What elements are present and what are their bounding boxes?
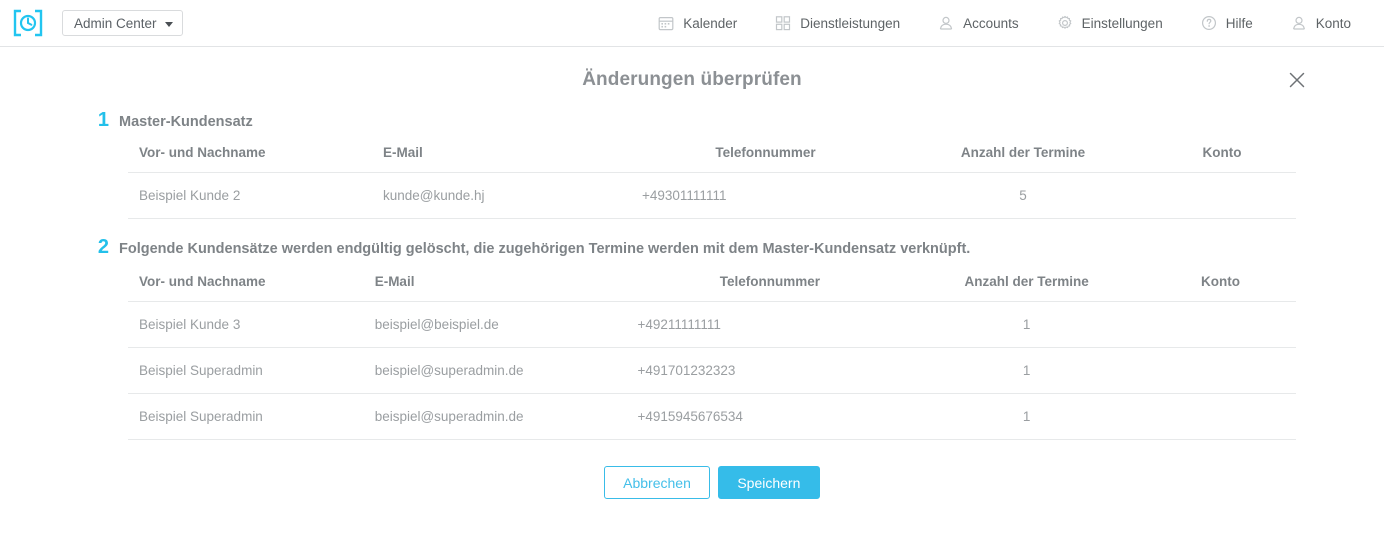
nav-item-einstellungen-label: Einstellungen (1081, 15, 1163, 31)
table-header-row: Vor- und Nachname E-Mail Telefonnummer A… (128, 261, 1296, 302)
table-body: Beispiel Kunde 3 beispiel@beispiel.de +4… (128, 301, 1296, 440)
table-header: Vor- und Nachname E-Mail Telefonnummer A… (128, 261, 1296, 302)
cancel-button[interactable]: Abbrechen (604, 466, 710, 499)
step-number-2: 2 (97, 236, 109, 258)
chevron-down-icon (164, 21, 173, 27)
question-circle-icon (1201, 15, 1217, 31)
cell-email: beispiel@superadmin.de (374, 347, 632, 394)
main-nav: Kalender Dienstleistungen Accounts Einst… (639, 0, 1370, 46)
cell-email: beispiel@superadmin.de (374, 393, 632, 440)
grid-squares-icon (775, 15, 791, 31)
nav-item-accounts-label: Accounts (963, 15, 1019, 31)
nav-item-einstellungen[interactable]: Einstellungen (1038, 15, 1182, 31)
clock-in-brackets-logo[interactable] (10, 7, 46, 39)
cell-email: beispiel@beispiel.de (374, 301, 632, 348)
column-header-appointments: Anzahl der Termine (898, 132, 1148, 173)
save-button[interactable]: Speichern (717, 466, 820, 499)
table-body: Beispiel Kunde 2 kunde@kunde.hj +4930111… (128, 172, 1296, 219)
review-changes-modal: Änderungen überprüfen 1 Master-Kundensat… (0, 47, 1384, 548)
column-header-phone: Telefonnummer (631, 261, 909, 302)
nav-item-hilfe-label: Hilfe (1225, 15, 1253, 31)
cell-name: Beispiel Superadmin (128, 393, 375, 440)
cell-account (1148, 172, 1296, 219)
table-header: Vor- und Nachname E-Mail Telefonnummer A… (128, 132, 1296, 173)
table-header-row: Vor- und Nachname E-Mail Telefonnummer A… (128, 132, 1296, 173)
nav-item-dienstleistungen-label: Dienstleistungen (800, 15, 901, 31)
nav-item-hilfe[interactable]: Hilfe (1182, 15, 1272, 31)
cell-account (1144, 301, 1296, 348)
gear-icon (1057, 15, 1073, 31)
close-icon[interactable] (1282, 65, 1312, 95)
nav-item-accounts[interactable]: Accounts (919, 15, 1038, 31)
table-row: Beispiel Superadmin beispiel@superadmin.… (128, 393, 1296, 440)
cell-appointments: 1 (908, 347, 1145, 394)
column-header-name: Vor- und Nachname (128, 132, 383, 173)
modal-actions: Abbrechen Speichern (128, 466, 1296, 499)
master-record-table: Vor- und Nachname E-Mail Telefonnummer A… (128, 132, 1296, 219)
calendar-icon (658, 15, 674, 31)
column-header-email: E-Mail (383, 132, 633, 173)
cell-phone: +491701232323 (631, 347, 909, 394)
column-header-appointments: Anzahl der Termine (908, 261, 1145, 302)
cell-appointments: 1 (908, 393, 1145, 440)
cell-account (1144, 393, 1296, 440)
cell-phone: +49211111111 (631, 301, 909, 348)
section-1-header: 1 Master-Kundensatz (85, 110, 1296, 130)
table-row: Beispiel Superadmin beispiel@superadmin.… (128, 347, 1296, 394)
nav-item-konto-label: Konto (1315, 15, 1351, 31)
nav-item-kalender[interactable]: Kalender (639, 15, 756, 31)
table-row: Beispiel Kunde 2 kunde@kunde.hj +4930111… (128, 172, 1296, 219)
page-title: Änderungen überprüfen (582, 69, 802, 90)
admin-center-dropdown-label: Admin Center (74, 15, 157, 31)
column-header-account: Konto (1148, 132, 1296, 173)
cell-appointments: 5 (898, 172, 1148, 219)
step-number-1: 1 (97, 109, 109, 131)
deleted-records-table: Vor- und Nachname E-Mail Telefonnummer A… (128, 261, 1296, 440)
table-row: Beispiel Kunde 3 beispiel@beispiel.de +4… (128, 301, 1296, 348)
column-header-account: Konto (1144, 261, 1296, 302)
section-2-header: 2 Folgende Kundensätze werden endgültig … (85, 237, 1296, 257)
section-1-title: Master-Kundensatz (119, 114, 253, 130)
cell-account (1144, 347, 1296, 394)
top-navigation-bar: Admin Center Kalender Dienstleistungen A… (0, 0, 1384, 47)
user-group-icon (938, 15, 954, 31)
user-icon (1291, 15, 1307, 31)
modal-content: 1 Master-Kundensatz Vor- und Nachname E-… (0, 110, 1384, 499)
column-header-phone: Telefonnummer (633, 132, 898, 173)
admin-center-dropdown[interactable]: Admin Center (62, 10, 183, 36)
section-2-title: Folgende Kundensätze werden endgültig ge… (119, 241, 971, 257)
nav-item-kalender-label: Kalender (683, 15, 738, 31)
cell-name: Beispiel Kunde 2 (128, 172, 383, 219)
cell-appointments: 1 (908, 301, 1145, 348)
deleted-records-table-wrapper: Vor- und Nachname E-Mail Telefonnummer A… (128, 261, 1296, 440)
cell-phone: +4915945676534 (631, 393, 909, 440)
column-header-email: E-Mail (374, 261, 632, 302)
nav-item-konto[interactable]: Konto (1272, 15, 1370, 31)
cell-email: kunde@kunde.hj (383, 172, 633, 219)
column-header-name: Vor- und Nachname (128, 261, 375, 302)
nav-item-dienstleistungen[interactable]: Dienstleistungen (756, 15, 919, 31)
cell-name: Beispiel Kunde 3 (128, 301, 375, 348)
cell-name: Beispiel Superadmin (128, 347, 375, 394)
master-record-table-wrapper: Vor- und Nachname E-Mail Telefonnummer A… (128, 132, 1296, 219)
cell-phone: +49301111111 (633, 172, 898, 219)
